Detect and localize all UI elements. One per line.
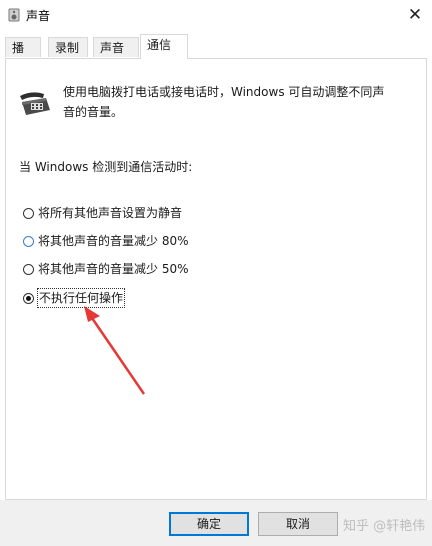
communications-heading: 当 Windows 检测到通信活动时:	[19, 160, 193, 174]
telephone-icon	[20, 92, 50, 115]
communications-description: 使用电脑拨打电话或接电话时，Windows 可自动调整不同声音的音量。	[63, 85, 385, 119]
radio-mute-all[interactable]: 将所有其他声音设置为静音	[23, 204, 182, 222]
title-bar: 声音 ✕	[0, 0, 432, 30]
tab-sounds[interactable]: 声音	[93, 37, 139, 57]
radio-label: 将其他声音的音量减少 80%	[38, 234, 189, 248]
close-button[interactable]: ✕	[402, 2, 428, 28]
radio-circle[interactable]	[23, 235, 34, 247]
watermark: 知乎 @轩艳伟	[343, 519, 426, 534]
speaker-app-icon	[8, 8, 20, 22]
tab-recording[interactable]: 录制	[48, 37, 88, 57]
ok-button[interactable]: 确定	[169, 512, 249, 536]
tab-playback[interactable]: 播放	[5, 37, 41, 75]
radio-do-nothing[interactable]: 不执行任何操作	[23, 288, 126, 308]
tab-panel	[5, 58, 427, 500]
radio-circle[interactable]	[23, 292, 34, 304]
radio-circle[interactable]	[23, 207, 34, 219]
radio-label: 不执行任何操作	[36, 288, 126, 308]
cancel-button[interactable]: 取消	[258, 512, 338, 536]
radio-reduce-80[interactable]: 将其他声音的音量减少 80%	[23, 232, 189, 250]
radio-label: 将其他声音的音量减少 50%	[38, 262, 189, 276]
radio-circle[interactable]	[23, 263, 34, 275]
tab-communications[interactable]: 通信	[140, 34, 188, 59]
close-icon: ✕	[407, 5, 423, 25]
radio-reduce-50[interactable]: 将其他声音的音量减少 50%	[23, 260, 189, 278]
window-title: 声音	[26, 9, 51, 23]
tab-bar: 播放 录制 声音 通信	[5, 34, 427, 75]
radio-label: 将所有其他声音设置为静音	[38, 206, 183, 220]
